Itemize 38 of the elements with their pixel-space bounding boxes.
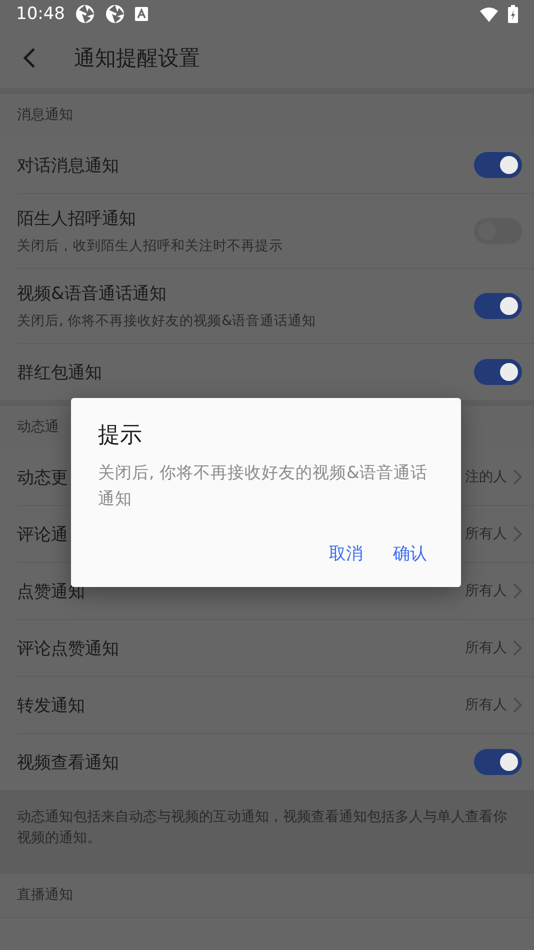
chevron-icon [513,640,522,656]
dialog-button[interactable]: 取消 [321,534,371,573]
chevron-icon [513,583,522,599]
setting-description: 关闭后，收到陌生人招呼和关注时不再提示 [17,237,283,255]
page-title: 通知提醒设置 [74,45,200,72]
font-icon [135,7,148,21]
value-link[interactable]: 注的人 [465,468,522,486]
wifi-icon [480,6,498,22]
section-header: 直播通知 [0,874,534,917]
setting-description: 关闭后, 你将不再接收好友的视频&语音通话通知 [17,312,316,330]
setting-title: 对话消息通知 [17,154,119,176]
dialog-message: 关闭后, 你将不再接收好友的视频&语音通话通知 [98,462,428,510]
value-link[interactable]: 所有人 [465,639,522,657]
setting-title: 评论点赞通知 [17,638,119,660]
setting-title: 陌生人招呼通知 [17,208,136,230]
setting-title: 转发通知 [17,694,85,716]
section-header: 消息通知 [0,94,534,137]
setting-title: 评论通 [17,524,68,546]
chevron-icon [513,697,522,713]
chevron-icon [513,526,522,542]
setting-title: 动态更 [17,466,68,488]
setting-title: 视频&语音通话通知 [17,283,166,305]
value-link[interactable]: 所有人 [465,525,522,543]
toggle-switch[interactable] [474,293,522,319]
setting-title: 群红包通知 [17,362,102,384]
battery-icon [508,5,518,23]
toggle-switch[interactable] [474,152,522,178]
toggle-switch[interactable] [474,749,522,775]
aperture-icon [75,4,95,24]
status-time: 10:48 [16,4,65,24]
toggle-switch[interactable] [474,359,522,385]
dialog-title: 提示 [98,422,143,450]
value-link[interactable]: 所有人 [465,582,522,600]
aperture-icon [105,4,125,24]
dialog-button[interactable]: 确认 [385,534,435,573]
chevron-icon [513,469,522,485]
setting-title: 视频查看通知 [17,752,119,774]
value-link[interactable]: 所有人 [465,696,522,714]
